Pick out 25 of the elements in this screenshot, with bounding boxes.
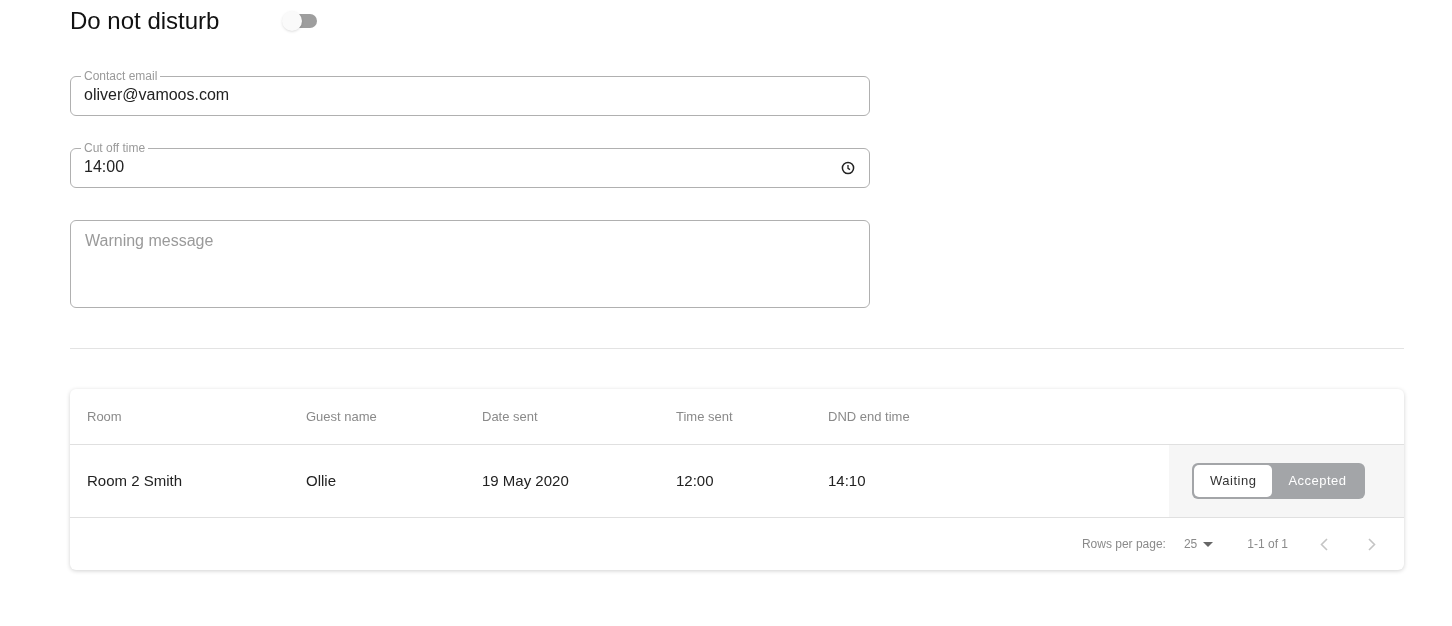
chevron-left-icon [1320, 537, 1328, 551]
page-title: Do not disturb [70, 6, 221, 36]
column-header: Room [87, 407, 123, 426]
status-option[interactable]: Waiting [1194, 465, 1273, 497]
caret-icon [1203, 541, 1214, 547]
table-cell-text: Ollie [306, 470, 337, 491]
table-cell-text: 12:00 [676, 470, 715, 491]
toggle-switch[interactable] [282, 11, 318, 31]
time-field[interactable]: Cut off time 14:00 [70, 141, 870, 188]
clock-icon[interactable] [841, 161, 855, 175]
rows-per-page-label: Rows per page: [1081, 536, 1166, 553]
table-cell-text: 19 May 2020 [482, 470, 570, 491]
field-label: Contact email [83, 69, 159, 83]
table-cell-text: Room 2 Smith [87, 470, 184, 491]
table-cell-text: 14:10 [828, 470, 867, 491]
column-header: DND end time [828, 407, 911, 426]
page-range: 1-1 of 1 [1247, 536, 1288, 553]
column-header: Date sent [482, 407, 539, 426]
chevron-right-icon [1368, 537, 1376, 551]
message-field[interactable]: Warning message [70, 220, 870, 308]
rows-per-page-select[interactable]: 25 [1183, 535, 1214, 553]
column-header: Guest name [306, 407, 378, 426]
email-field[interactable]: Contact email oliver@vamoos.com [70, 69, 870, 116]
column-header: Time sent [676, 407, 734, 426]
field-label: Cut off time [83, 141, 147, 155]
